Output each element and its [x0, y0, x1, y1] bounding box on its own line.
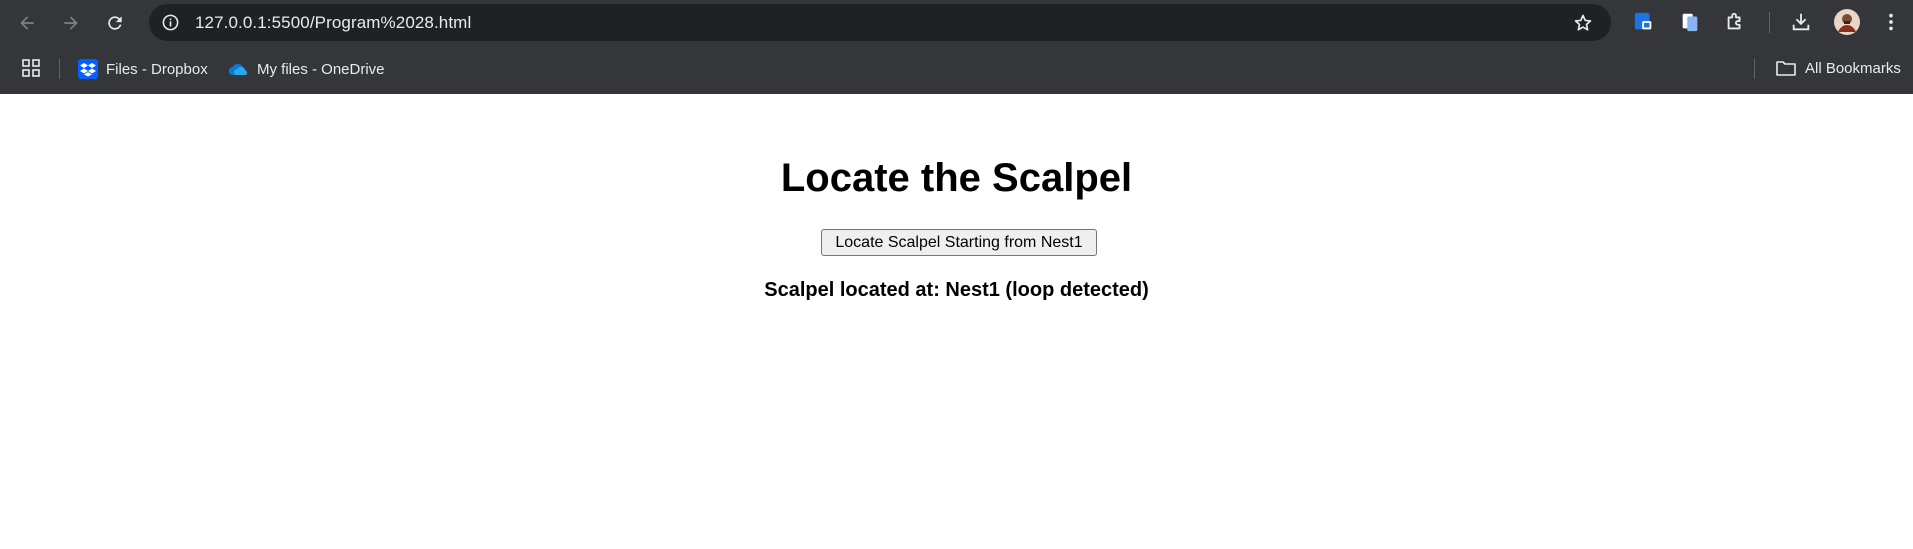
bookmark-onedrive[interactable]: My files - OneDrive: [227, 59, 385, 79]
bookmark-star-icon[interactable]: [1573, 13, 1593, 33]
toolbar-separator: [1769, 12, 1770, 33]
page-content: Locate the Scalpel Locate Scalpel Starti…: [0, 94, 1913, 549]
apps-grid-icon: [22, 59, 40, 77]
browser-chrome: 127.0.0.1:5500/Program%2028.html Files -…: [0, 0, 1913, 94]
bookmarks-bar: Files - Dropbox My files - OneDrive All …: [0, 45, 1913, 94]
result-text: Scalpel located at: Nest1 (loop detected…: [764, 279, 1149, 301]
puzzle-icon: [1727, 12, 1741, 30]
reload-icon: [108, 16, 122, 30]
site-info-icon[interactable]: [161, 13, 180, 32]
bookmarks-separator: [59, 59, 60, 79]
browser-menu-button[interactable]: [1880, 11, 1902, 33]
locate-scalpel-button[interactable]: Locate Scalpel Starting from Nest1: [821, 229, 1097, 256]
url-text[interactable]: 127.0.0.1:5500/Program%2028.html: [195, 13, 471, 33]
bookmark-label: My files - OneDrive: [257, 60, 385, 78]
avatar-icon: [1834, 9, 1860, 35]
more-vert-icon: [1889, 13, 1893, 31]
page-title: Locate the Scalpel: [780, 156, 1133, 200]
extensions-button[interactable]: [1724, 11, 1746, 33]
profile-avatar[interactable]: [1833, 8, 1861, 36]
bookmark-dropbox[interactable]: Files - Dropbox: [78, 59, 208, 79]
bookmark-label: Files - Dropbox: [106, 60, 208, 78]
back-button[interactable]: [14, 10, 40, 36]
onedrive-icon: [227, 59, 249, 79]
dropbox-icon: [78, 59, 98, 79]
clipboard-extension[interactable]: [1679, 11, 1701, 33]
downloads-button[interactable]: [1790, 11, 1812, 33]
bookmarks-separator-right: [1754, 59, 1755, 79]
all-bookmarks-button[interactable]: All Bookmarks: [1775, 59, 1901, 77]
apps-button[interactable]: [21, 58, 41, 78]
password-manager-extension[interactable]: [1633, 11, 1655, 33]
download-icon: [1792, 13, 1810, 31]
arrow-right-icon: [64, 16, 78, 30]
browser-toolbar: 127.0.0.1:5500/Program%2028.html: [0, 0, 1913, 45]
shield-lock-icon: [1634, 12, 1652, 30]
folder-icon: [1775, 59, 1797, 77]
document-icon: [1682, 13, 1698, 32]
reload-button[interactable]: [102, 10, 128, 36]
arrow-left-icon: [20, 16, 34, 30]
all-bookmarks-label: All Bookmarks: [1805, 59, 1901, 77]
address-bar[interactable]: 127.0.0.1:5500/Program%2028.html: [149, 4, 1611, 41]
forward-button[interactable]: [58, 10, 84, 36]
